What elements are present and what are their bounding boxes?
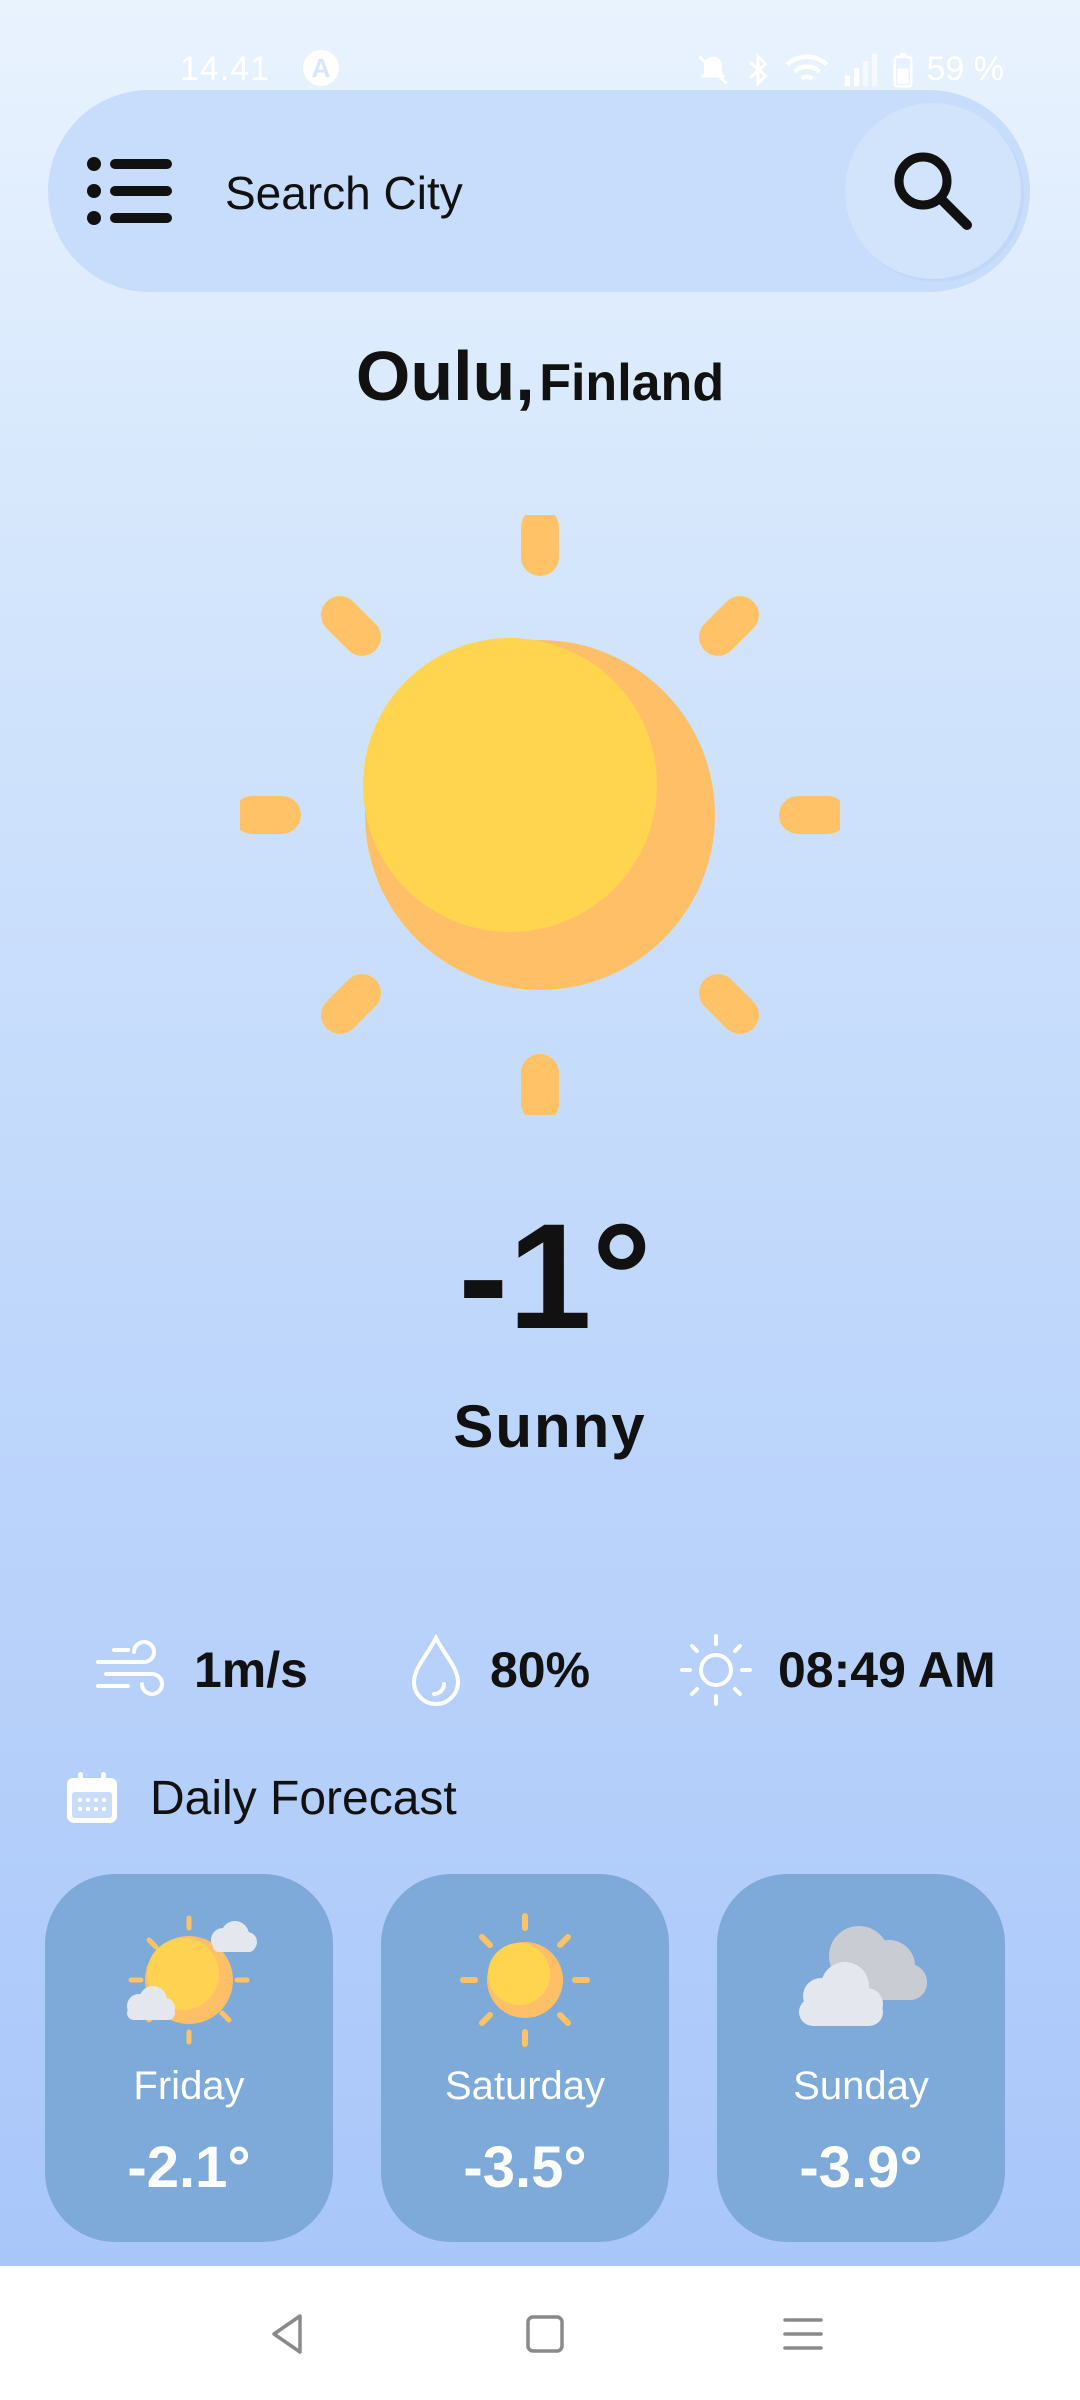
city-name: Oulu,	[355, 337, 535, 415]
search-button[interactable]	[845, 103, 1021, 279]
sunrise-stat: 08:49 AM	[678, 1630, 996, 1710]
signal-icon	[844, 53, 877, 86]
back-icon[interactable]	[258, 2304, 318, 2364]
forecast-card-friday[interactable]: Friday -2.1°	[45, 1874, 333, 2242]
cloud-icon	[799, 1926, 927, 2026]
sunrise-icon	[680, 1634, 752, 1706]
sun-icon	[240, 515, 840, 1115]
status-time: 14.41	[180, 50, 271, 88]
wind-icon	[96, 1640, 164, 1696]
forecast-temp: -3.9°	[799, 2135, 923, 2200]
wind-stat: 1m/s	[94, 1630, 308, 1710]
search-input[interactable]: Search City	[225, 166, 463, 220]
bluetooth-icon	[748, 52, 768, 87]
menu-icon[interactable]	[86, 156, 172, 226]
sun-icon	[460, 1913, 590, 2047]
forecast-temp: -2.1°	[127, 2135, 251, 2200]
mute-icon	[697, 54, 728, 85]
wifi-icon	[785, 53, 828, 81]
humidity-value: 80%	[490, 1642, 591, 1698]
wind-value: 1m/s	[194, 1642, 308, 1698]
daily-forecast-header: Daily Forecast	[64, 1770, 457, 1826]
recent-apps-icon[interactable]	[773, 2304, 833, 2364]
app-notification-icon: A	[303, 50, 339, 86]
country-name: Finland	[539, 354, 725, 412]
home-icon[interactable]	[515, 2304, 575, 2364]
weather-condition: Sunny	[453, 1393, 647, 1460]
status-bar: 14.41 A 59 %	[0, 0, 1080, 90]
forecast-day: Saturday	[444, 2064, 606, 2108]
forecast-day: Friday	[133, 2064, 245, 2108]
forecast-card-sunday[interactable]: Sunday -3.9°	[717, 1874, 1005, 2242]
search-icon	[894, 152, 972, 230]
forecast-day: Sunday	[793, 2064, 929, 2108]
humidity-stat: 80%	[406, 1630, 590, 1710]
location-title: Oulu, Finland	[0, 336, 1080, 416]
battery-percent: 59 %	[926, 50, 1005, 88]
current-temperature: -1°	[458, 1192, 652, 1360]
status-icons: 59 %	[695, 50, 1005, 89]
sunrise-value: 08:49 AM	[778, 1642, 996, 1698]
battery-icon	[893, 52, 912, 88]
forecast-card-saturday[interactable]: Saturday -3.5°	[381, 1874, 669, 2242]
calendar-icon	[67, 1772, 117, 1823]
system-nav-bar	[0, 2266, 1080, 2400]
humidity-icon	[411, 1633, 461, 1706]
daily-forecast-label: Daily Forecast	[150, 1771, 457, 1825]
forecast-temp: -3.5°	[463, 2135, 587, 2200]
partly-cloudy-icon	[127, 1915, 257, 2045]
